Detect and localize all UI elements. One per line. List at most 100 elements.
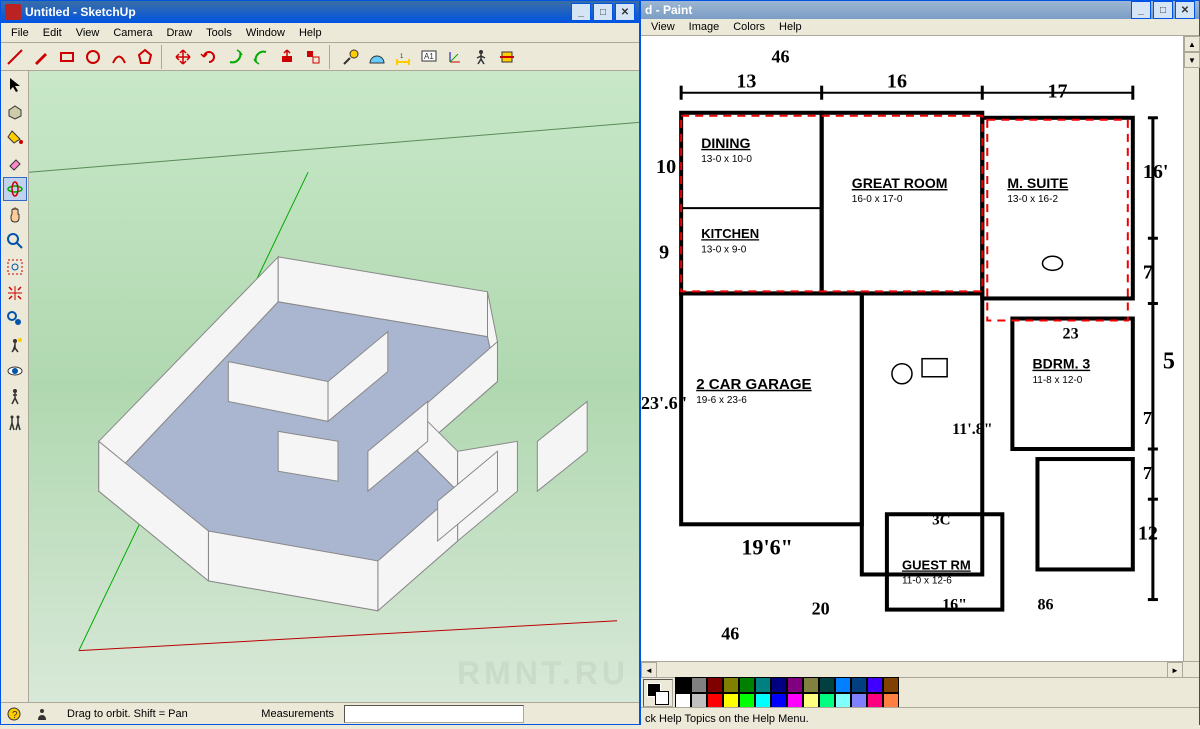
section-plane-icon[interactable] (3, 411, 27, 435)
paint-menu-image[interactable]: Image (683, 19, 726, 35)
rotate-tool-icon[interactable] (197, 45, 221, 69)
pushpull-tool-icon[interactable] (275, 45, 299, 69)
menu-edit[interactable]: Edit (37, 25, 68, 41)
sketchup-sidebar (1, 71, 29, 702)
svg-text:2 CAR GARAGE: 2 CAR GARAGE (696, 376, 811, 393)
arc-tool-icon[interactable] (107, 45, 131, 69)
protractor-tool-icon[interactable] (365, 45, 389, 69)
svg-text:9: 9 (659, 241, 669, 263)
menu-camera[interactable]: Camera (107, 25, 158, 41)
paint-minimize-button[interactable]: _ (1131, 1, 1151, 19)
paint-menu-help[interactable]: Help (773, 19, 808, 35)
polygon-tool-icon[interactable] (133, 45, 157, 69)
palette-swatch[interactable] (819, 677, 835, 693)
text-tool-icon[interactable]: A1 (417, 45, 441, 69)
svg-text:GREAT ROOM: GREAT ROOM (852, 175, 948, 191)
palette-swatch[interactable] (739, 677, 755, 693)
paint-close-button[interactable]: ✕ (1175, 1, 1195, 19)
palette-swatch[interactable] (771, 677, 787, 693)
minimize-button[interactable]: _ (571, 3, 591, 21)
svg-text:23: 23 (1063, 326, 1079, 343)
sketchup-title: Untitled - SketchUp (25, 5, 136, 19)
rectangle-tool-icon[interactable] (55, 45, 79, 69)
menu-view[interactable]: View (70, 25, 106, 41)
svg-text:3C: 3C (932, 512, 950, 528)
look-around-icon[interactable] (3, 359, 27, 383)
palette-swatch[interactable] (691, 677, 707, 693)
circle-tool-icon[interactable] (81, 45, 105, 69)
paint-titlebar[interactable]: d - Paint _ □ ✕ (641, 1, 1199, 19)
svg-text:16-0 x 17-0: 16-0 x 17-0 (852, 194, 903, 205)
menu-draw[interactable]: Draw (160, 25, 198, 41)
paint-bucket-icon[interactable] (3, 125, 27, 149)
palette-swatch[interactable] (835, 677, 851, 693)
zoom-tool-icon[interactable] (3, 229, 27, 253)
palette-swatch[interactable] (755, 677, 771, 693)
pencil-tool-icon[interactable] (29, 45, 53, 69)
component-tool-icon[interactable] (3, 99, 27, 123)
paint-canvas[interactable]: DINING 13-0 x 10-0 GREAT ROOM 16-0 x 17-… (641, 36, 1183, 661)
menu-window[interactable]: Window (240, 25, 291, 41)
palette-swatch[interactable] (675, 677, 691, 693)
move-tool-icon[interactable] (171, 45, 195, 69)
tape-tool-icon[interactable] (339, 45, 363, 69)
palette-swatch[interactable] (787, 677, 803, 693)
sketchup-window: Untitled - SketchUp _ □ ✕ File Edit View… (0, 0, 640, 725)
svg-text:23'.6": 23'.6" (641, 393, 688, 413)
paint-scrollbar-h[interactable]: ◄ ► (641, 661, 1199, 677)
sketchup-viewport[interactable]: RMNT.RU (29, 71, 639, 702)
select-tool-icon[interactable] (3, 73, 27, 97)
walk-tool-icon[interactable] (469, 45, 493, 69)
palette-swatch[interactable] (851, 677, 867, 693)
palette-swatch[interactable] (707, 677, 723, 693)
scale-tool-icon[interactable] (223, 45, 247, 69)
paint-scrollbar-v[interactable]: ▲ ▼ (1183, 36, 1199, 661)
svg-text:?: ? (12, 710, 18, 721)
palette-swatch[interactable] (883, 677, 899, 693)
position-camera-icon[interactable] (3, 333, 27, 357)
section-tool-icon[interactable] (495, 45, 519, 69)
svg-text:12: 12 (1138, 522, 1158, 544)
offset-tool-icon[interactable] (249, 45, 273, 69)
scroll-up-icon[interactable]: ▲ (1184, 36, 1200, 52)
paint-window: d - Paint _ □ ✕ View Image Colors Help (640, 0, 1200, 725)
menu-file[interactable]: File (5, 25, 35, 41)
zoom-window-icon[interactable] (3, 255, 27, 279)
scroll-left-icon[interactable]: ◄ (641, 662, 657, 678)
line-tool-icon[interactable] (3, 45, 27, 69)
measurements-input[interactable] (344, 705, 524, 723)
svg-text:11'.8": 11'.8" (952, 421, 993, 438)
zoom-extents-icon[interactable] (3, 281, 27, 305)
help-icon[interactable]: ? (5, 705, 23, 723)
svg-text:13-0 x 9-0: 13-0 x 9-0 (701, 244, 747, 255)
scroll-down-icon[interactable]: ▼ (1184, 52, 1200, 68)
dimensions-tool-icon[interactable]: 1 (391, 45, 415, 69)
axes-tool-icon[interactable] (443, 45, 467, 69)
followme-tool-icon[interactable] (301, 45, 325, 69)
svg-text:7: 7 (1143, 261, 1153, 283)
paint-menu-colors[interactable]: Colors (727, 19, 771, 35)
svg-text:13-0 x 10-0: 13-0 x 10-0 (701, 154, 752, 165)
svg-text:46: 46 (771, 47, 789, 67)
floorplan-drawing: DINING 13-0 x 10-0 GREAT ROOM 16-0 x 17-… (641, 36, 1183, 661)
scroll-right-icon[interactable]: ► (1167, 662, 1183, 678)
menu-tools[interactable]: Tools (200, 25, 238, 41)
paint-menu-view[interactable]: View (645, 19, 681, 35)
walk-icon[interactable] (3, 385, 27, 409)
palette-swatch[interactable] (867, 677, 883, 693)
palette-swatch[interactable] (723, 677, 739, 693)
pan-tool-icon[interactable] (3, 203, 27, 227)
previous-view-icon[interactable] (3, 307, 27, 331)
close-button[interactable]: ✕ (615, 3, 635, 21)
maximize-button[interactable]: □ (593, 3, 613, 21)
sketchup-titlebar[interactable]: Untitled - SketchUp _ □ ✕ (1, 1, 639, 23)
current-colors[interactable] (643, 679, 673, 707)
svg-text:M. SUITE: M. SUITE (1007, 175, 1068, 191)
eraser-tool-icon[interactable] (3, 151, 27, 175)
orbit-tool-icon[interactable] (3, 177, 27, 201)
palette-swatch[interactable] (803, 677, 819, 693)
sketchup-statusbar: ? Drag to orbit. Shift = Pan Measurement… (1, 702, 639, 724)
paint-maximize-button[interactable]: □ (1153, 1, 1173, 19)
person-icon[interactable] (33, 705, 51, 723)
menu-help[interactable]: Help (293, 25, 328, 41)
